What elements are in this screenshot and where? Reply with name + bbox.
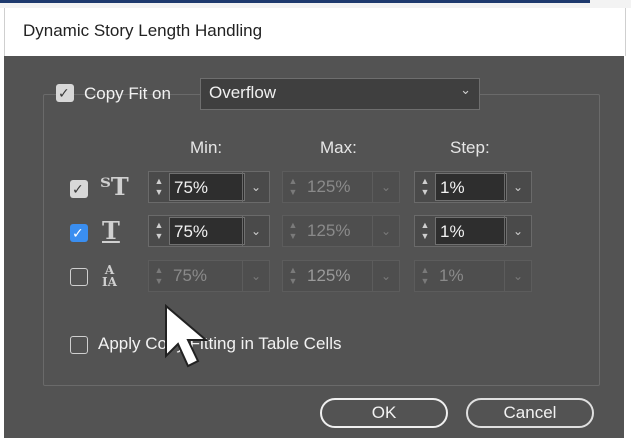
column-header-min: Min: bbox=[190, 138, 223, 157]
mouse-cursor-icon bbox=[165, 304, 209, 368]
chevron-down-icon: ⌄ bbox=[460, 82, 471, 97]
chevron-down-icon[interactable]: ⌄ bbox=[242, 261, 269, 291]
leading-max-field[interactable]: 125% bbox=[303, 262, 373, 290]
spin-arrows-icon[interactable]: ▲ ▼ bbox=[149, 172, 169, 202]
horizontal-scale-checkbox[interactable]: ✓ bbox=[70, 224, 88, 242]
point-size-max-spinner[interactable]: ▲ ▼ 125% ⌄ bbox=[282, 171, 400, 203]
horizontal-scale-step-spinner[interactable]: ▲ ▼ 1% ⌄ bbox=[414, 215, 532, 247]
chevron-down-icon[interactable]: ⌄ bbox=[504, 172, 531, 202]
ok-button[interactable]: OK bbox=[320, 398, 448, 428]
table-cells-checkbox[interactable] bbox=[70, 336, 88, 354]
column-header-max: Max: bbox=[320, 138, 357, 157]
spin-arrows-icon[interactable]: ▲ ▼ bbox=[415, 216, 435, 246]
chevron-down-icon[interactable]: ⌄ bbox=[372, 172, 399, 202]
spin-arrows-icon[interactable]: ▲ ▼ bbox=[283, 216, 303, 246]
dialog-window: Dynamic Story Length Handling ✓ Copy Fit… bbox=[0, 0, 631, 445]
cancel-button[interactable]: Cancel bbox=[466, 398, 594, 428]
check-icon: ✓ bbox=[72, 225, 84, 241]
point-size-min-field[interactable]: 75% bbox=[169, 173, 245, 201]
column-header-step: Step: bbox=[450, 138, 490, 157]
spin-arrows-icon[interactable]: ▲ ▼ bbox=[415, 261, 435, 291]
top-accent-bar bbox=[0, 0, 590, 3]
leading-step-spinner[interactable]: ▲ ▼ 1% ⌄ bbox=[414, 260, 532, 292]
horizontal-scale-min-spinner[interactable]: ▲ ▼ 75% ⌄ bbox=[148, 215, 270, 247]
copy-fit-label: Copy Fit on bbox=[84, 84, 171, 103]
dialog-content: ✓ Copy Fit on Overflow ⌄ Min: Max: Step:… bbox=[4, 56, 624, 438]
spin-arrows-icon[interactable]: ▲ ▼ bbox=[415, 172, 435, 202]
horizontal-scale-max-spinner[interactable]: ▲ ▼ 125% ⌄ bbox=[282, 215, 400, 247]
point-size-max-field[interactable]: 125% bbox=[303, 173, 373, 201]
horizontal-scale-min-field[interactable]: 75% bbox=[169, 217, 245, 245]
point-size-icon: ᵀT bbox=[100, 172, 129, 201]
spin-arrows-icon[interactable]: ▲ ▼ bbox=[149, 216, 169, 246]
spin-arrows-icon[interactable]: ▲ ▼ bbox=[149, 261, 169, 291]
window-frame-right bbox=[624, 8, 631, 445]
horizontal-scale-icon: T bbox=[102, 216, 120, 245]
leading-icon: A IA bbox=[102, 263, 117, 289]
point-size-min-spinner[interactable]: ▲ ▼ 75% ⌄ bbox=[148, 171, 270, 203]
horizontal-scale-step-field[interactable]: 1% bbox=[435, 217, 507, 245]
leading-min-field[interactable]: 75% bbox=[169, 262, 245, 290]
point-size-step-spinner[interactable]: ▲ ▼ 1% ⌄ bbox=[414, 171, 532, 203]
chevron-down-icon[interactable]: ⌄ bbox=[504, 261, 531, 291]
title-bar[interactable]: Dynamic Story Length Handling bbox=[4, 8, 626, 56]
dialog-title: Dynamic Story Length Handling bbox=[23, 21, 263, 40]
chevron-down-icon[interactable]: ⌄ bbox=[504, 216, 531, 246]
check-icon: ✓ bbox=[72, 181, 84, 197]
spin-arrows-icon[interactable]: ▲ ▼ bbox=[283, 261, 303, 291]
point-size-checkbox[interactable]: ✓ bbox=[70, 180, 88, 198]
chevron-down-icon[interactable]: ⌄ bbox=[242, 216, 269, 246]
copy-fit-dropdown[interactable]: Overflow ⌄ bbox=[200, 78, 480, 110]
leading-max-spinner[interactable]: ▲ ▼ 125% ⌄ bbox=[282, 260, 400, 292]
chevron-down-icon[interactable]: ⌄ bbox=[372, 216, 399, 246]
chevron-down-icon[interactable]: ⌄ bbox=[372, 261, 399, 291]
window-frame-bottom bbox=[0, 438, 631, 445]
check-icon: ✓ bbox=[58, 85, 70, 101]
point-size-step-field[interactable]: 1% bbox=[435, 173, 507, 201]
horizontal-scale-max-field[interactable]: 125% bbox=[303, 217, 373, 245]
spin-arrows-icon[interactable]: ▲ ▼ bbox=[283, 172, 303, 202]
leading-checkbox[interactable] bbox=[70, 268, 88, 286]
chevron-down-icon[interactable]: ⌄ bbox=[242, 172, 269, 202]
copy-fit-dropdown-value: Overflow bbox=[209, 83, 277, 102]
top-strip bbox=[0, 0, 631, 8]
leading-min-spinner[interactable]: ▲ ▼ 75% ⌄ bbox=[148, 260, 270, 292]
copy-fit-checkbox[interactable]: ✓ bbox=[56, 84, 74, 102]
leading-step-field[interactable]: 1% bbox=[435, 262, 507, 290]
